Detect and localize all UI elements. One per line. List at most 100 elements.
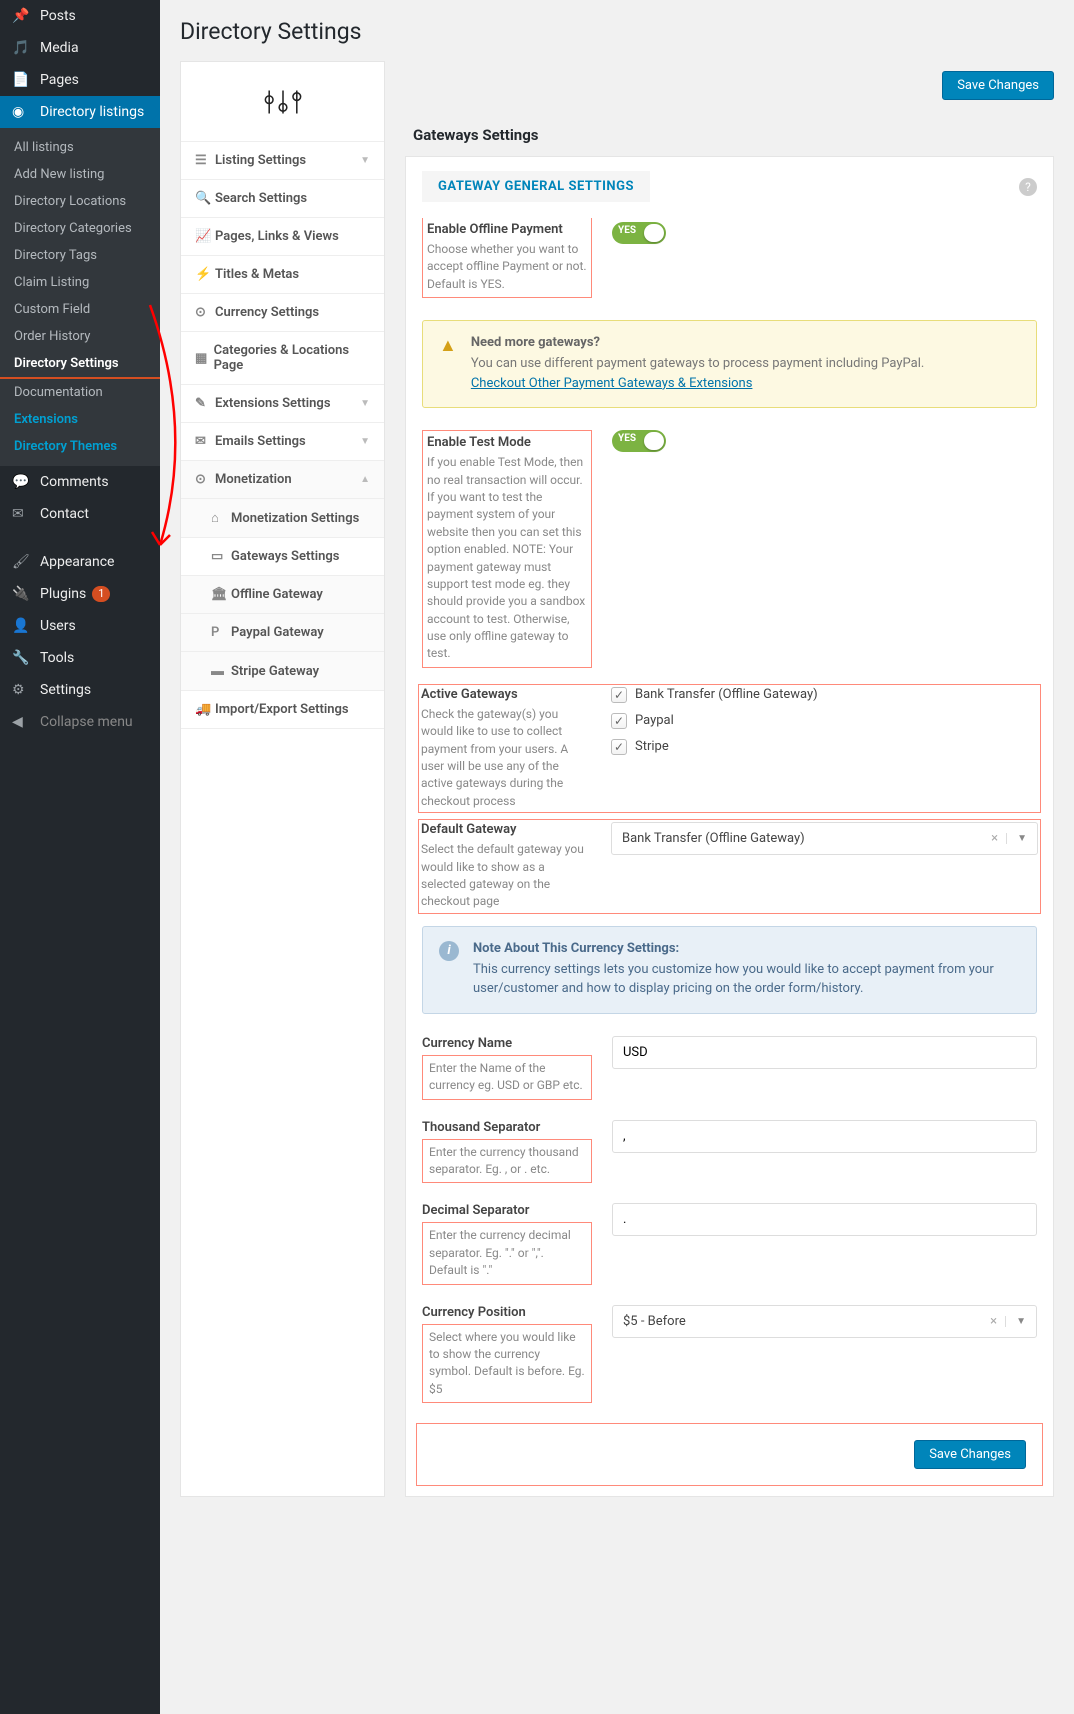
search-icon: 🔍 [195, 191, 215, 206]
currency-name-input[interactable] [612, 1036, 1037, 1069]
gateway-stripe-checkbox[interactable]: ✓Stripe [611, 739, 1038, 755]
menu-plugins[interactable]: 🔌Plugins1 [0, 578, 160, 610]
thousand-sep-desc: Enter the currency thousand separator. E… [422, 1139, 592, 1184]
menu-pages[interactable]: 📄Pages [0, 64, 160, 96]
chevron-down-icon: ▼ [360, 398, 370, 409]
menu-directory-listings[interactable]: ◉Directory listings [0, 96, 160, 128]
currency-position-desc: Select where you would like to show the … [422, 1324, 592, 1404]
help-icon[interactable]: ? [1019, 178, 1037, 196]
nav-offline-gateway[interactable]: 🏛Offline Gateway [181, 576, 384, 614]
bolt-icon: ⚡ [195, 267, 215, 282]
comment-icon: 💬 [12, 474, 32, 490]
directory-icon: ◉ [12, 104, 32, 120]
sub-directory-themes[interactable]: Directory Themes [0, 433, 160, 460]
card-icon: ▭ [211, 549, 231, 564]
nav-monetization[interactable]: ⊙Monetization▲ [181, 461, 384, 499]
settings-sidebar: ☰Listing Settings▼ 🔍Search Settings 📈Pag… [180, 61, 385, 1497]
sub-directory-settings[interactable]: Directory Settings [0, 350, 160, 379]
settings-logo [181, 62, 384, 142]
plugins-badge: 1 [92, 586, 110, 602]
currency-name-label: Currency Name [422, 1036, 592, 1051]
test-mode-label: Enable Test Mode [427, 435, 587, 450]
collapse-menu[interactable]: ◀Collapse menu [0, 706, 160, 738]
test-mode-desc: If you enable Test Mode, then no real tr… [427, 454, 587, 663]
menu-users[interactable]: 👤Users [0, 610, 160, 642]
list-icon: ☰ [195, 153, 215, 168]
chevron-up-icon: ▲ [360, 474, 370, 485]
nav-categories-locations[interactable]: ▦Categories & Locations Page [181, 332, 384, 385]
thousand-sep-input[interactable] [612, 1120, 1037, 1153]
clear-icon[interactable]: × [982, 1314, 1005, 1329]
save-changes-top-button[interactable]: Save Changes [942, 71, 1054, 100]
menu-comments[interactable]: 💬Comments [0, 466, 160, 498]
gateway-paypal-checkbox[interactable]: ✓Paypal [611, 713, 1038, 729]
mail-icon: ✉ [12, 506, 32, 522]
sub-documentation[interactable]: Documentation [0, 379, 160, 406]
nav-paypal-gateway[interactable]: PPaypal Gateway [181, 614, 384, 652]
nav-listing-settings[interactable]: ☰Listing Settings▼ [181, 142, 384, 180]
save-changes-bottom-button[interactable]: Save Changes [914, 1440, 1026, 1469]
clear-icon[interactable]: × [983, 831, 1006, 846]
enable-offline-desc: Choose whether you want to accept offlin… [427, 241, 587, 293]
sub-custom-field[interactable]: Custom Field [0, 296, 160, 323]
money-icon: ⊙ [195, 472, 215, 487]
default-gateway-select[interactable]: Bank Transfer (Offline Gateway) × ▼ [611, 822, 1038, 855]
active-gateways-desc: Check the gateway(s) you would like to u… [421, 706, 591, 810]
sub-all-listings[interactable]: All listings [0, 134, 160, 161]
chevron-down-icon: ▼ [1005, 1316, 1026, 1327]
wrench-icon: 🔧 [12, 650, 32, 666]
gateway-bank-checkbox[interactable]: ✓Bank Transfer (Offline Gateway) [611, 687, 1038, 703]
page-icon: 📄 [12, 72, 32, 88]
nav-gateways-settings[interactable]: ▭Gateways Settings [181, 538, 384, 576]
nav-pages-links-views[interactable]: 📈Pages, Links & Views [181, 218, 384, 256]
currency-position-select[interactable]: $5 - Before × ▼ [612, 1305, 1037, 1338]
nav-titles-metas[interactable]: ⚡Titles & Metas [181, 256, 384, 294]
menu-media[interactable]: 🎵Media [0, 32, 160, 64]
sub-order-history[interactable]: Order History [0, 323, 160, 350]
test-mode-toggle[interactable]: YES [612, 430, 666, 452]
sub-extensions[interactable]: Extensions [0, 406, 160, 433]
grid-icon: ▦ [195, 351, 214, 366]
menu-contact[interactable]: ✉Contact [0, 498, 160, 530]
sub-categories[interactable]: Directory Categories [0, 215, 160, 242]
nav-emails-settings[interactable]: ✉Emails Settings▼ [181, 423, 384, 461]
nav-import-export[interactable]: 🚚Import/Export Settings [181, 691, 384, 729]
nav-monetization-settings[interactable]: ⌂Monetization Settings [181, 499, 384, 538]
chevron-down-icon: ▼ [360, 155, 370, 166]
nav-stripe-gateway[interactable]: ▬Stripe Gateway [181, 652, 384, 691]
chevron-down-icon: ▼ [1006, 833, 1027, 844]
menu-tools[interactable]: 🔧Tools [0, 642, 160, 674]
nav-currency-settings[interactable]: ⊙Currency Settings [181, 294, 384, 332]
wp-admin-sidebar: 📌Posts 🎵Media 📄Pages ◉Directory listings… [0, 0, 160, 1714]
currency-icon: ⊙ [195, 305, 215, 320]
enable-offline-toggle[interactable]: YES [612, 222, 666, 244]
sub-locations[interactable]: Directory Locations [0, 188, 160, 215]
sub-tags[interactable]: Directory Tags [0, 242, 160, 269]
checkout-gateways-link[interactable]: Checkout Other Payment Gateways & Extens… [471, 376, 753, 391]
user-icon: 👤 [12, 618, 32, 634]
default-gateway-label: Default Gateway [421, 822, 591, 837]
menu-posts[interactable]: 📌Posts [0, 0, 160, 32]
currency-info-note: i Note About This Currency Settings: Thi… [422, 926, 1037, 1014]
brush-icon: 🖌 [12, 554, 32, 570]
paypal-icon: P [211, 625, 231, 640]
nav-extensions-settings[interactable]: ✎Extensions Settings▼ [181, 385, 384, 423]
warning-icon: ▲ [439, 335, 457, 393]
home-icon: ⌂ [211, 510, 231, 526]
nav-search-settings[interactable]: 🔍Search Settings [181, 180, 384, 218]
decimal-sep-label: Decimal Separator [422, 1203, 592, 1218]
settings-panel: GATEWAY GENERAL SETTINGS ? Enable Offlin… [405, 156, 1054, 1497]
menu-appearance[interactable]: 🖌Appearance [0, 546, 160, 578]
gateways-warning-note: ▲ Need more gateways? You can use differ… [422, 320, 1037, 408]
decimal-sep-input[interactable] [612, 1203, 1037, 1236]
sub-claim[interactable]: Claim Listing [0, 269, 160, 296]
decimal-sep-desc: Enter the currency decimal separator. Eg… [422, 1222, 592, 1284]
truck-icon: 🚚 [195, 702, 215, 717]
info-icon: i [439, 941, 459, 961]
collapse-icon: ◀ [12, 714, 32, 730]
menu-settings[interactable]: ⚙Settings [0, 674, 160, 706]
active-gateways-label: Active Gateways [421, 687, 591, 702]
currency-position-label: Currency Position [422, 1305, 592, 1320]
sub-add-new[interactable]: Add New listing [0, 161, 160, 188]
submenu-directory: All listings Add New listing Directory L… [0, 128, 160, 466]
